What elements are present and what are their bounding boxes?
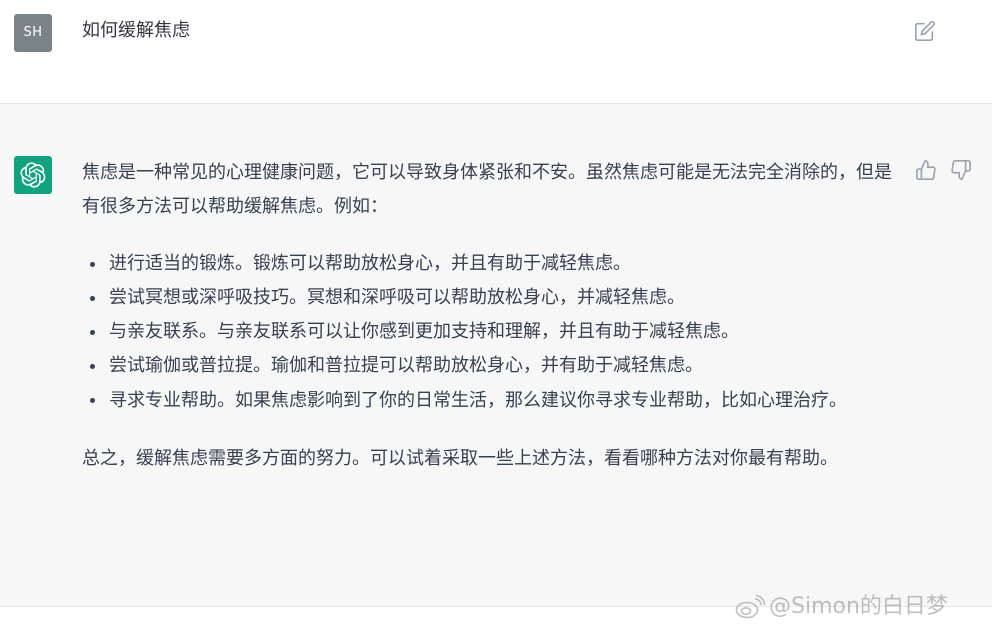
user-avatar: SH (14, 14, 52, 52)
watermark: @Simon的白日梦 (735, 592, 948, 622)
answer-intro: 焦虑是一种常见的心理健康问题，它可以导致身体紧张和不安。虽然焦虑可能是无法完全消… (82, 162, 892, 217)
assistant-answer: 焦虑是一种常见的心理健康问题，它可以导致身体紧张和不安。虽然焦虑可能是无法完全消… (82, 156, 897, 476)
list-item: 寻求专业帮助。如果焦虑影响到了你的日常生活，那么建议你寻求专业帮助，比如心理治疗… (90, 383, 897, 419)
list-item: 与亲友联系。与亲友联系可以让你感到更加支持和理解，并且有助于减轻焦虑。 (90, 315, 897, 349)
assistant-message-row: 焦虑是一种常见的心理健康问题，它可以导致身体紧张和不安。虽然焦虑可能是无法完全消… (0, 104, 992, 607)
answer-bullet-list: 进行适当的锻炼。锻炼可以帮助放松身心，并且有助于减轻焦虑。 尝试冥想或深呼吸技巧… (82, 247, 897, 419)
answer-conclusion: 总之，缓解焦虑需要多方面的努力。可以试着采取一些上述方法，看看哪种方法对你最有帮… (82, 448, 838, 469)
list-item: 进行适当的锻炼。锻炼可以帮助放松身心，并且有助于减轻焦虑。 (90, 247, 897, 281)
list-item: 尝试瑜伽或普拉提。瑜伽和普拉提可以帮助放松身心，并有助于减轻焦虑。 (90, 349, 897, 383)
user-message-row: SH 如何缓解焦虑 (0, 0, 992, 104)
watermark-text: @Simon的白日梦 (769, 594, 948, 619)
list-item: 尝试冥想或深呼吸技巧。冥想和深呼吸可以帮助放松身心，并减轻焦虑。 (90, 281, 897, 315)
thumbs-down-icon[interactable] (950, 159, 972, 181)
openai-logo-icon (14, 156, 52, 194)
edit-icon[interactable] (914, 20, 936, 42)
user-message-text: 如何缓解焦虑 (82, 20, 190, 41)
weibo-logo-icon (735, 594, 765, 619)
thumbs-up-icon[interactable] (915, 159, 937, 181)
